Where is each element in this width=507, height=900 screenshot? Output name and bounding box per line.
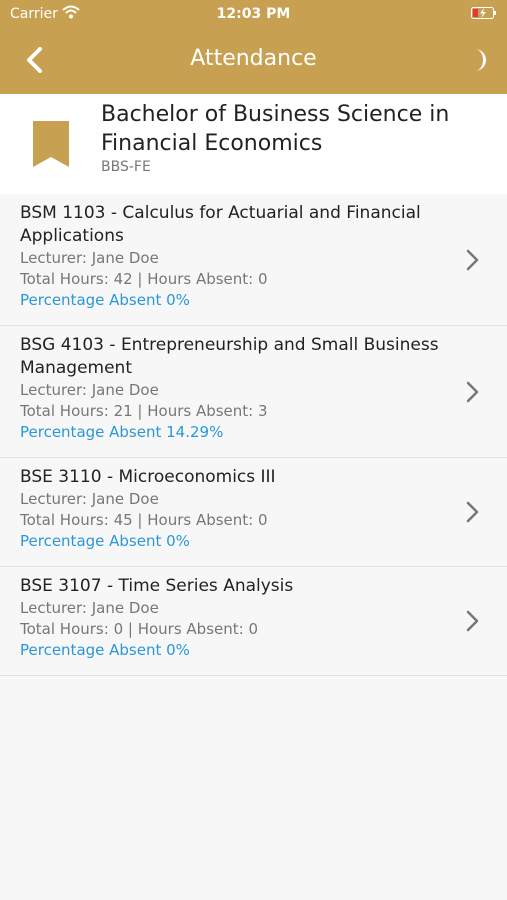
chevron-right-icon <box>466 501 479 523</box>
battery-charging-icon <box>471 7 496 19</box>
course-hours: Total Hours: 0 | Hours Absent: 0 <box>20 620 258 638</box>
course-list: BSM 1103 - Calculus for Actuarial and Fi… <box>0 194 507 676</box>
page-title: Attendance <box>190 46 317 71</box>
course-item[interactable]: BSM 1103 - Calculus for Actuarial and Fi… <box>0 194 507 326</box>
course-hours: Total Hours: 21 | Hours Absent: 3 <box>20 402 268 420</box>
header-bar: Carrier 12:03 PM Attendance <box>0 0 507 94</box>
program-card: Bachelor of Business Science in Financia… <box>0 94 507 194</box>
clock: 12:03 PM <box>216 6 291 22</box>
nav-bar: Attendance <box>0 40 507 80</box>
status-bar: Carrier 12:03 PM <box>0 0 507 28</box>
moon-icon[interactable] <box>463 46 489 74</box>
course-lecturer: Lecturer: Jane Doe <box>20 381 159 399</box>
program-code: BBS-FE <box>101 159 151 175</box>
course-item[interactable]: BSE 3110 - Microeconomics III Lecturer: … <box>0 458 507 567</box>
course-lecturer: Lecturer: Jane Doe <box>20 599 159 617</box>
course-lecturer: Lecturer: Jane Doe <box>20 490 159 508</box>
chevron-right-icon <box>466 610 479 632</box>
bookmark-icon <box>33 121 69 167</box>
chevron-right-icon <box>466 249 479 270</box>
course-percentage-absent: Percentage Absent 0% <box>20 641 190 659</box>
course-title: BSG 4103 - Entrepreneurship and Small Bu… <box>20 335 439 378</box>
course-percentage-absent: Percentage Absent 0% <box>20 291 190 309</box>
program-name: Bachelor of Business Science in Financia… <box>101 102 450 156</box>
course-hours: Total Hours: 42 | Hours Absent: 0 <box>20 270 268 288</box>
course-title: BSE 3110 - Microeconomics III <box>20 467 276 487</box>
course-hours: Total Hours: 45 | Hours Absent: 0 <box>20 511 268 529</box>
chevron-right-icon <box>466 381 479 402</box>
course-title: BSE 3107 - Time Series Analysis <box>20 576 294 596</box>
course-item[interactable]: BSG 4103 - Entrepreneurship and Small Bu… <box>0 326 507 458</box>
course-item[interactable]: BSE 3107 - Time Series Analysis Lecturer… <box>0 567 507 676</box>
course-percentage-absent: Percentage Absent 14.29% <box>20 423 224 441</box>
course-lecturer: Lecturer: Jane Doe <box>20 249 159 267</box>
course-title: BSM 1103 - Calculus for Actuarial and Fi… <box>20 203 421 246</box>
course-percentage-absent: Percentage Absent 0% <box>20 532 190 550</box>
